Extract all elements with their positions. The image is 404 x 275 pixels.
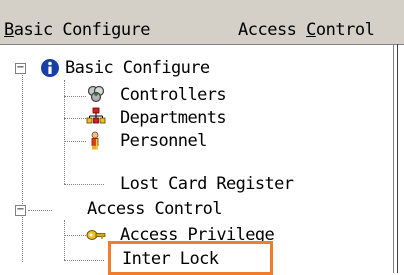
- tree-item-lost-card-register[interactable]: Lost Card Register: [120, 173, 294, 195]
- tree-item-access-control[interactable]: Access Control: [87, 198, 222, 220]
- tree-item-personnel[interactable]: Personnel: [120, 130, 207, 152]
- tree-line: [64, 220, 65, 260]
- tree-line: [64, 260, 104, 261]
- menu-access-control[interactable]: Access Control: [238, 20, 375, 40]
- tree-line: [64, 118, 86, 119]
- pane-divider: [393, 44, 394, 273]
- tree-line: [64, 235, 86, 236]
- tree-item-departments[interactable]: Departments: [120, 107, 227, 129]
- info-icon: [41, 59, 59, 77]
- tree-line: [64, 184, 104, 185]
- tree-item-inter-lock[interactable]: Inter Lock: [122, 248, 219, 270]
- tree-line: [64, 96, 86, 97]
- controllers-icon: [87, 85, 105, 103]
- tree-line: [22, 212, 23, 262]
- tree-line: [22, 68, 23, 208]
- menu-basic-configure[interactable]: Basic Configure: [4, 20, 151, 40]
- collapse-toggle-basic-configure[interactable]: −: [15, 63, 26, 74]
- departments-icon: [86, 107, 106, 124]
- tree-line: [28, 210, 52, 211]
- personnel-icon: [91, 131, 99, 150]
- tree-item-controllers[interactable]: Controllers: [120, 84, 227, 106]
- tree-item-basic-configure[interactable]: Basic Configure: [65, 57, 210, 79]
- menu-bar: Basic Configure Access Control: [0, 0, 404, 45]
- pane-divider-shadow: [397, 44, 398, 273]
- key-icon: [86, 230, 106, 240]
- tree-line: [64, 141, 86, 142]
- collapse-toggle-access-control[interactable]: −: [15, 205, 26, 216]
